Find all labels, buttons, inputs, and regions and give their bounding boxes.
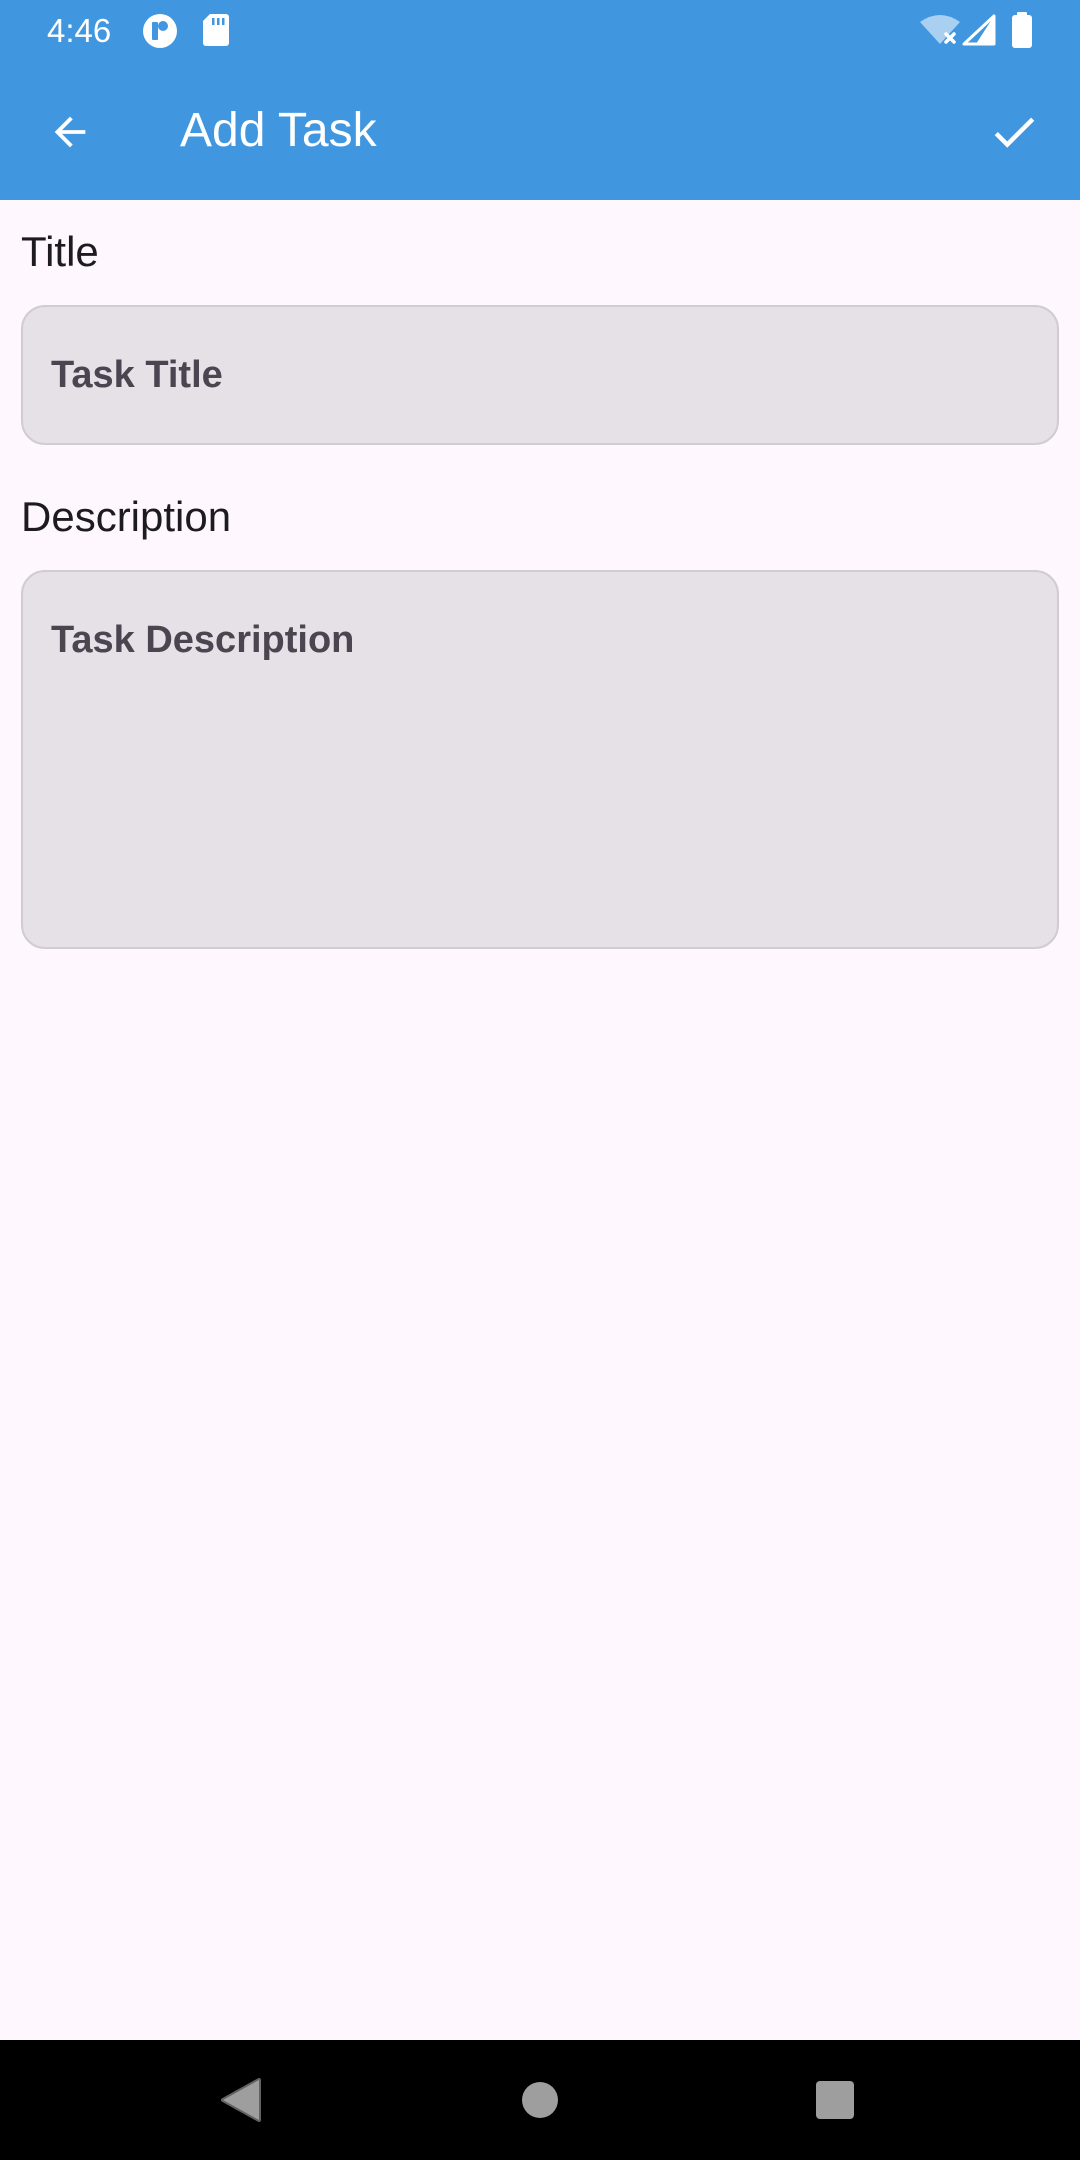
task-title-input[interactable] xyxy=(21,305,1059,445)
back-button[interactable] xyxy=(34,96,106,168)
cell-signal-icon xyxy=(962,14,996,46)
arrow-back-icon xyxy=(54,116,86,148)
task-description-input[interactable] xyxy=(21,570,1059,949)
page-title: Add Task xyxy=(180,104,377,157)
sd-card-icon xyxy=(203,14,229,46)
nav-home-button[interactable] xyxy=(510,2070,570,2130)
system-nav-bar xyxy=(0,2040,1080,2160)
recents-square-icon xyxy=(816,2081,854,2119)
tethering-icon xyxy=(143,14,177,48)
app-bar: Add Task xyxy=(0,63,1080,200)
status-time: 4:46 xyxy=(47,12,112,49)
status-bar: 4:46 xyxy=(0,0,1080,63)
description-label: Description xyxy=(21,493,232,540)
wifi-off-icon xyxy=(920,15,960,44)
title-label: Title xyxy=(21,228,99,275)
home-circle-icon xyxy=(522,2082,558,2118)
save-task-button[interactable] xyxy=(978,96,1050,168)
back-triangle-icon xyxy=(221,2078,261,2122)
nav-recents-button[interactable] xyxy=(805,2070,865,2130)
nav-back-button[interactable] xyxy=(211,2070,271,2130)
check-icon xyxy=(994,117,1035,148)
add-task-screen: 4:46 Add Task Title Task Title Descripti… xyxy=(0,0,1080,2160)
battery-icon xyxy=(1012,12,1032,48)
